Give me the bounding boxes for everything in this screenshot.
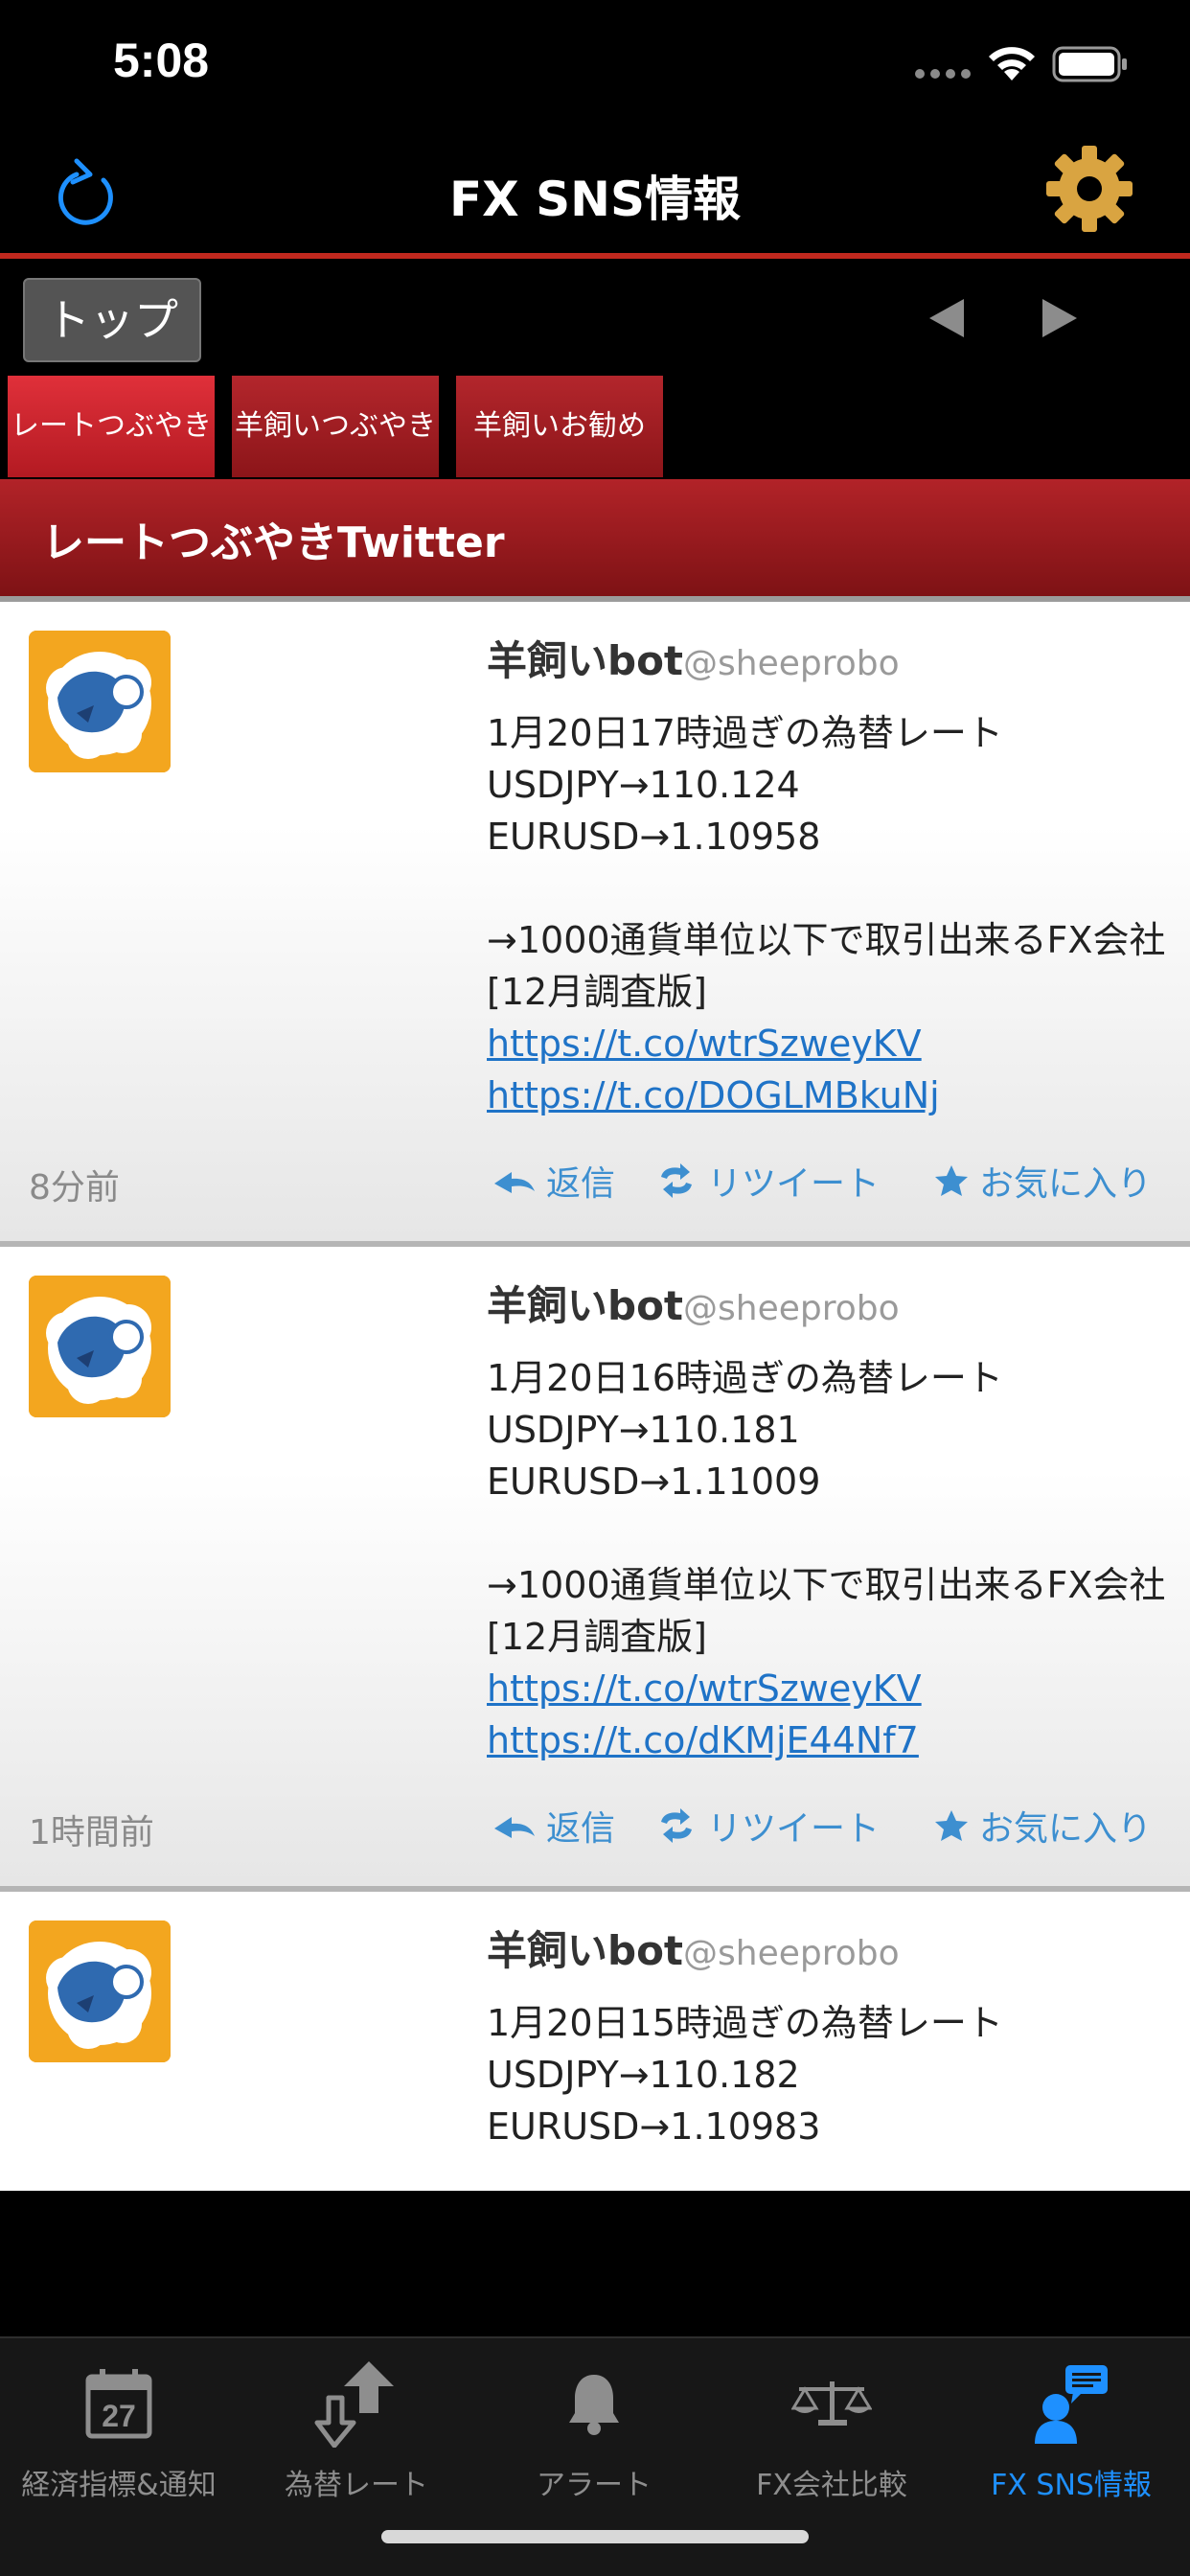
tweet-text-line: USDJPY→110.182: [487, 2054, 800, 2096]
tab-economic-indicators[interactable]: 27 経済指標&通知: [0, 2359, 238, 2503]
bell-icon: [569, 2375, 619, 2435]
gear-icon[interactable]: [1044, 144, 1134, 234]
tweet-text-line: EURUSD→1.10958: [487, 816, 821, 858]
favorite-button[interactable]: お気に入り: [933, 1801, 1152, 1851]
retweet-label: リツイート: [707, 1164, 881, 1204]
favorite-label: お気に入り: [979, 1164, 1153, 1204]
user-chat-icon: [1035, 2365, 1108, 2444]
avatar[interactable]: [29, 1920, 171, 2062]
tweet-timestamp: 1時間前: [29, 1813, 154, 1852]
retweet-icon: [661, 1163, 692, 1198]
status-time: 5:08: [113, 34, 210, 87]
tweet-body: 1月20日15時過ぎの為替レート USDJPY→110.182 EURUSD→1…: [487, 1997, 1177, 2152]
tab-label: 為替レート: [285, 2469, 428, 2502]
wifi-icon: [989, 47, 1035, 80]
reply-label: 返信: [546, 1809, 616, 1849]
retweet-button[interactable]: リツイート: [655, 1156, 880, 1206]
tweet-author-name[interactable]: 羊飼いbot: [487, 1927, 683, 1974]
tab-label: アラート: [537, 2469, 652, 2502]
tweet-note: →1000通貨単位以下で取引出来るFX会社[12月調査版]: [487, 1564, 1166, 1658]
calendar-icon: 27: [85, 2369, 152, 2439]
tweet-header: 羊飼いbot@sheeprobo: [487, 1919, 900, 1977]
avatar[interactable]: [29, 631, 171, 772]
page-title: FX SNS情報: [449, 172, 741, 227]
tweet-card[interactable]: 羊飼いbot@sheeprobo 1月20日17時過ぎの為替レート USDJPY…: [0, 602, 1190, 1247]
toolbar: トップへ レートつぶやき 羊飼いつぶやき 羊飼いお勧め: [0, 259, 1190, 479]
tab-fx-company-comparison[interactable]: FX会社比較: [713, 2359, 950, 2503]
tweet-text-line: 1月20日15時過ぎの為替レート: [487, 2002, 1003, 2044]
tweet-actions: 返信 リツイート お気に入り: [487, 1801, 1190, 1849]
exchange-arrows-icon: [314, 2361, 394, 2448]
previous-arrow-icon[interactable]: [929, 299, 964, 337]
tweet-card[interactable]: 羊飼いbot@sheeprobo 1月20日15時過ぎの為替レート USDJPY…: [0, 1892, 1190, 2191]
favorite-label: お気に入り: [979, 1809, 1153, 1849]
tweet-link[interactable]: https://t.co/dKMjE44Nf7: [487, 1714, 1177, 1766]
reply-label: 返信: [546, 1164, 616, 1204]
status-bar: 5:08: [0, 0, 1190, 134]
reply-icon: [494, 1172, 535, 1193]
reply-button[interactable]: 返信: [492, 1156, 615, 1206]
star-icon: [935, 1810, 968, 1841]
reply-button[interactable]: 返信: [492, 1801, 615, 1851]
tweet-link[interactable]: https://t.co/wtrSzweyKV: [487, 1663, 1177, 1714]
reply-icon: [494, 1817, 535, 1838]
tweet-body: 1月20日16時過ぎの為替レート USDJPY→110.181 EURUSD→1…: [487, 1352, 1177, 1766]
tweet-author-handle[interactable]: @sheeprobo: [683, 644, 900, 683]
tweet-link[interactable]: https://t.co/wtrSzweyKV: [487, 1018, 1177, 1070]
favorite-button[interactable]: お気に入り: [933, 1156, 1152, 1206]
star-icon: [935, 1165, 968, 1196]
tweet-author-handle[interactable]: @sheeprobo: [683, 1934, 900, 1973]
tab-alerts[interactable]: アラート: [475, 2359, 713, 2503]
back-to-top-button[interactable]: トップへ: [23, 278, 201, 426]
sheep-logo-icon: [29, 1276, 171, 1417]
tweet-link[interactable]: https://t.co/DOGLMBkuNj: [487, 1070, 1177, 1121]
tweet-text-line: 1月20日17時過ぎの為替レート: [487, 712, 1003, 754]
tweet-author-name[interactable]: 羊飼いbot: [487, 1282, 683, 1329]
tweet-header: 羊飼いbot@sheeprobo: [487, 1274, 900, 1332]
tweet-author-name[interactable]: 羊飼いbot: [487, 637, 683, 684]
tweet-body: 1月20日17時過ぎの為替レート USDJPY→110.124 EURUSD→1…: [487, 707, 1177, 1121]
tweet-author-handle[interactable]: @sheeprobo: [683, 1289, 900, 1328]
tweet-text-line: 1月20日16時過ぎの為替レート: [487, 1357, 1003, 1399]
home-indicator[interactable]: [381, 2530, 809, 2543]
sheep-logo-icon: [29, 631, 171, 772]
navigation-bar: FX SNS情報: [0, 134, 1190, 253]
tab-label: 経済指標&通知: [21, 2469, 217, 2502]
tab-label: FX SNS情報: [991, 2469, 1152, 2502]
tab-shepherd-recommendations[interactable]: 羊飼いお勧め: [456, 376, 663, 477]
tab-label: FX会社比較: [756, 2469, 907, 2502]
tweet-timestamp: 8分前: [29, 1168, 120, 1208]
retweet-icon: [661, 1808, 692, 1843]
battery-icon: [1052, 46, 1127, 82]
retweet-button[interactable]: リツイート: [655, 1801, 880, 1851]
tab-rate-tweets[interactable]: レートつぶやき: [8, 376, 215, 477]
scale-icon: [791, 2381, 872, 2426]
avatar[interactable]: [29, 1276, 171, 1417]
tweet-text-line: EURUSD→1.11009: [487, 1460, 821, 1503]
tweet-actions: 返信 リツイート お気に入り: [487, 1156, 1190, 1204]
calendar-day: 27: [102, 2399, 136, 2433]
tweet-card[interactable]: 羊飼いbot@sheeprobo 1月20日16時過ぎの為替レート USDJPY…: [0, 1247, 1190, 1892]
tweet-text-line: USDJPY→110.181: [487, 1409, 800, 1451]
tweet-note: →1000通貨単位以下で取引出来るFX会社[12月調査版]: [487, 919, 1166, 1013]
tab-fx-sns-info[interactable]: FX SNS情報: [952, 2359, 1190, 2503]
tweet-text-line: EURUSD→1.10983: [487, 2105, 821, 2148]
next-arrow-icon[interactable]: [1042, 299, 1077, 337]
tab-shepherd-tweets[interactable]: 羊飼いつぶやき: [232, 376, 439, 477]
section-header: レートつぶやきTwitter: [0, 479, 1190, 596]
retweet-label: リツイート: [707, 1809, 881, 1849]
sheep-logo-icon: [29, 1920, 171, 2062]
tweet-header: 羊飼いbot@sheeprobo: [487, 629, 900, 687]
tweet-text-line: USDJPY→110.124: [487, 764, 800, 806]
tab-exchange-rates[interactable]: 為替レート: [238, 2359, 475, 2503]
section-title: レートつぶやきTwitter: [42, 518, 505, 567]
cellular-signal-icon: [915, 69, 971, 79]
